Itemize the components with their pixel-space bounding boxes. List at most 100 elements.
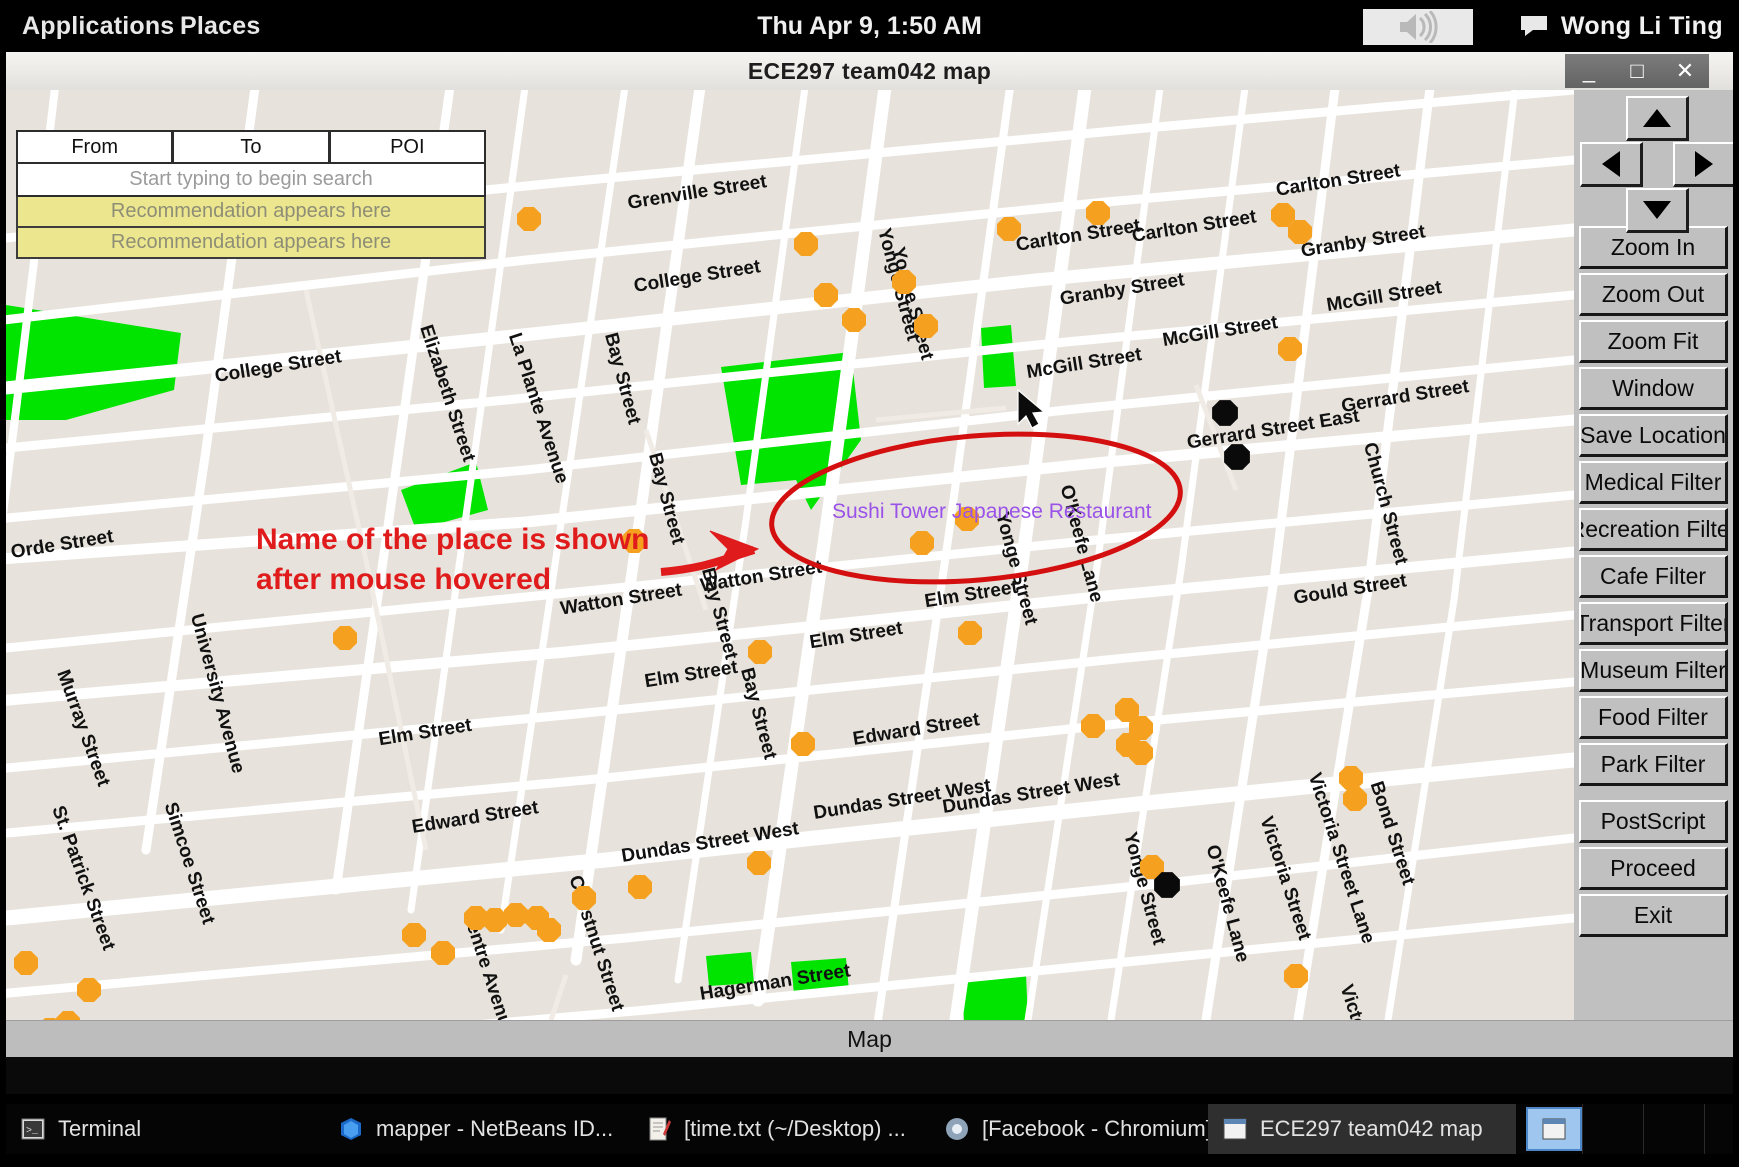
poi-marker[interactable] — [504, 903, 528, 927]
tab-from[interactable]: From — [16, 130, 173, 164]
poi-marker[interactable] — [483, 908, 507, 932]
taskbar-item-time-txt-desktop[interactable]: [time.txt (~/Desktop) ... — [632, 1104, 930, 1154]
taskbar-item-label: [time.txt (~/Desktop) ... — [684, 1116, 906, 1141]
clock[interactable]: Thu Apr 9, 1:50 AM — [0, 0, 1739, 52]
sidebar-button-label: Transport Filter — [1579, 609, 1728, 636]
poi-marker[interactable] — [892, 270, 916, 294]
taskbar-item-ece297-team042-map[interactable]: ECE297 team042 map — [1208, 1104, 1516, 1154]
sidebar-button-zoom-fit[interactable]: Zoom Fit — [1579, 320, 1728, 363]
poi-marker[interactable] — [14, 951, 38, 975]
pan-dpad — [1574, 90, 1733, 233]
poi-marker[interactable] — [842, 308, 866, 332]
poi-marker[interactable] — [1278, 337, 1302, 361]
recommendation-row-1[interactable]: Recommendation appears here — [16, 197, 486, 228]
tab-poi-label: POI — [390, 135, 425, 158]
sidebar-button-museum-filter[interactable]: Museum Filter — [1579, 649, 1728, 692]
poi-marker[interactable] — [1339, 766, 1363, 790]
poi-marker[interactable] — [910, 531, 934, 555]
search-input[interactable]: Start typing to begin search — [16, 164, 486, 197]
pan-down-button[interactable] — [1626, 188, 1689, 233]
poi-marker[interactable] — [914, 314, 938, 338]
status-bar-label: Map — [847, 1025, 892, 1052]
poi-marker[interactable] — [748, 640, 772, 664]
window-switcher-icon[interactable] — [1526, 1107, 1582, 1151]
sidebar-button-save-location[interactable]: Save Location — [1579, 414, 1728, 457]
poi-marker[interactable] — [537, 918, 561, 942]
maximize-icon: □ — [1630, 58, 1644, 83]
taskbar-items: >_ Terminal mapper - NetBeans ID... [time.t… — [6, 1104, 1516, 1154]
sidebar-button-label: Exit — [1633, 901, 1673, 928]
poi-marker[interactable] — [958, 621, 982, 645]
poi-marker[interactable] — [791, 732, 815, 756]
maximize-button[interactable]: □ — [1613, 54, 1661, 88]
annotation-note: Name of the place is shown after mouse h… — [256, 520, 649, 600]
tab-poi[interactable]: POI — [328, 130, 486, 164]
taskbar-item-label: [Facebook - Chromium] — [982, 1116, 1212, 1141]
poi-marker[interactable] — [1086, 201, 1110, 225]
search-panel: From To POI Start typing to begin search… — [16, 130, 486, 259]
poi-marker[interactable] — [431, 941, 455, 965]
sidebar-button-exit[interactable]: Exit — [1579, 894, 1728, 937]
chat-bubble-icon — [1520, 16, 1547, 36]
sidebar-button-medical-filter[interactable]: Medical Filter — [1579, 461, 1728, 504]
taskbar-item-terminal[interactable]: >_ Terminal — [6, 1104, 324, 1154]
sidebar-button-postscript[interactable]: PostScript — [1579, 800, 1728, 843]
sidebar-button-food-filter[interactable]: Food Filter — [1579, 696, 1728, 739]
taskbar-separator — [1582, 1104, 1583, 1154]
sidebar-button-zoom-out[interactable]: Zoom Out — [1579, 273, 1728, 316]
taskbar-item-facebook-chromium[interactable]: [Facebook - Chromium] — [930, 1104, 1212, 1154]
poi-marker[interactable] — [333, 626, 357, 650]
tab-to-label: To — [240, 135, 262, 158]
map-control-panel: Zoom In Zoom Out Zoom Fit Window Save Locati… — [1574, 90, 1733, 1020]
triangle-right-icon — [1695, 151, 1713, 177]
place-name-tooltip: Sushi Tower Japanese Restaurant — [832, 500, 1152, 523]
poi-marker[interactable] — [1284, 964, 1308, 988]
sidebar-button-label: PostScript — [1600, 807, 1706, 834]
pan-right-button[interactable] — [1673, 142, 1733, 187]
close-button[interactable]: ✕ — [1661, 54, 1709, 88]
place-marker[interactable] — [1224, 444, 1250, 470]
poi-marker[interactable] — [1343, 787, 1367, 811]
place-marker[interactable] — [1212, 400, 1238, 426]
sidebar-button-window[interactable]: Window — [1579, 367, 1728, 410]
poi-marker[interactable] — [794, 232, 818, 256]
poi-marker[interactable] — [77, 978, 101, 1002]
speaker-icon — [1400, 11, 1438, 43]
sidebar-button-recreation-filter[interactable]: Recreation Filter — [1579, 508, 1728, 551]
sidebar-button-park-filter[interactable]: Park Filter — [1579, 743, 1728, 786]
place-marker[interactable] — [1154, 872, 1180, 898]
map-canvas[interactable]: Grenville Street Carlton Street Carlton St… — [6, 90, 1574, 1020]
poi-marker[interactable] — [997, 217, 1021, 241]
volume-icon[interactable] — [1363, 9, 1473, 45]
svg-text:>_: >_ — [26, 1126, 39, 1137]
poi-marker[interactable] — [814, 283, 838, 307]
poi-marker[interactable] — [572, 886, 596, 910]
poi-marker[interactable] — [517, 207, 541, 231]
poi-marker[interactable] — [1129, 741, 1153, 765]
sidebar-button-label: Zoom Fit — [1607, 327, 1699, 354]
poi-marker[interactable] — [628, 875, 652, 899]
pan-left-button[interactable] — [1580, 142, 1643, 187]
taskbar-item-mapper-netbeans-id[interactable]: mapper - NetBeans ID... — [324, 1104, 632, 1154]
gnome-top-panel: Applications Places Thu Apr 9, 1:50 AM W… — [0, 0, 1739, 52]
taskbar: >_ Terminal mapper - NetBeans ID... [time.t… — [6, 1104, 1733, 1154]
tab-to[interactable]: To — [172, 130, 329, 164]
sidebar-button-label: Cafe Filter — [1599, 562, 1707, 589]
minimize-button[interactable]: _ — [1565, 54, 1613, 88]
status-bar: Map — [6, 1020, 1733, 1057]
terminal-icon: >_ — [20, 1116, 46, 1142]
user-menu[interactable]: Wong Li Ting — [1519, 0, 1723, 52]
poi-marker[interactable] — [1288, 220, 1312, 244]
window-titlebar[interactable]: ECE297 team042 map _ □ ✕ — [6, 52, 1733, 91]
poi-marker[interactable] — [402, 923, 426, 947]
recommendation-row-2[interactable]: Recommendation appears here — [16, 228, 486, 259]
sidebar-button-proceed[interactable]: Proceed — [1579, 847, 1728, 890]
search-tabs: From To POI — [16, 130, 486, 164]
poi-marker[interactable] — [1271, 203, 1295, 227]
poi-marker[interactable] — [747, 851, 771, 875]
poi-marker[interactable] — [1081, 714, 1105, 738]
sidebar-button-transport-filter[interactable]: Transport Filter — [1579, 602, 1728, 645]
triangle-down-icon — [1643, 201, 1671, 219]
sidebar-button-cafe-filter[interactable]: Cafe Filter — [1579, 555, 1728, 598]
pan-up-button[interactable] — [1626, 96, 1689, 141]
